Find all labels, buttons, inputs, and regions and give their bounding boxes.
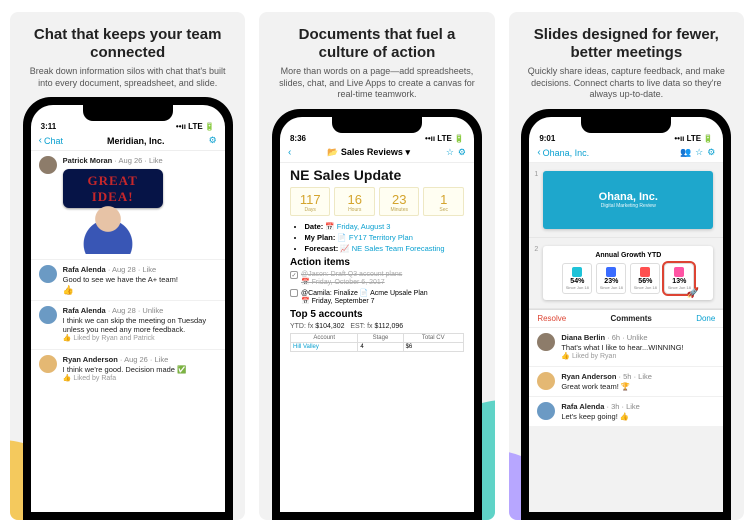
panel-subtitle: Break down information silos with chat t… (24, 66, 231, 89)
document-title: NE Sales Update (290, 167, 464, 183)
table-row[interactable]: Hill Valley 4 $6 (290, 343, 463, 352)
status-time: 8:36 (290, 134, 306, 143)
date-link[interactable]: 📅 Friday, August 3 (325, 222, 390, 231)
section-header: Top 5 accounts (290, 309, 464, 320)
rocket-icon: 🚀 (687, 288, 699, 299)
chat-thread: Patrick Moran · Aug 26 · Like GREAT IDEA… (31, 151, 225, 512)
promo-panel-slides: Slides designed for fewer, better meetin… (509, 12, 744, 520)
avatar[interactable] (39, 355, 57, 373)
message-text: I think we can skip the meeting on Tuesd… (63, 316, 217, 334)
slide-thumbnail[interactable]: Annual Growth YTD 54%Since Jun 18 23%Sin… (543, 246, 713, 300)
liked-by: 👍 Liked by Ryan and Patrick (63, 335, 217, 343)
bitmoji-image (63, 204, 153, 254)
people-icon[interactable]: 👥 (680, 147, 691, 158)
status-time: 3:11 (41, 122, 57, 131)
slide-thumbnail[interactable]: Ohana, Inc. Digital Marketing Review (543, 171, 713, 229)
gear-icon[interactable]: ⚙︎ (707, 147, 715, 158)
comment-text: That's what I like to hear...WINNING! (561, 343, 683, 352)
slide-number: 1 (529, 163, 543, 237)
avatar[interactable] (537, 333, 555, 351)
panel-subtitle: Quickly share ideas, capture feedback, a… (523, 66, 730, 101)
comment-text: Let's keep going! 👍 (561, 412, 640, 421)
status-time: 9:01 (539, 134, 555, 143)
countdown-widget: 117Days 16Hours 23Minutes 1Sec (290, 187, 464, 216)
chevron-left-icon: ‹ (39, 135, 42, 146)
ytd-row: YTD: fx $104,302 EST: fx $112,096 (290, 323, 464, 330)
resolve-button[interactable]: Resolve (537, 314, 566, 323)
gear-icon[interactable]: ⚙︎ (209, 135, 217, 146)
accounts-table: Account Stage Total CV Hill Valley 4 $6 (290, 333, 464, 352)
comment-text: Great work team! 🏆 (561, 382, 652, 391)
slide-number: 2 (529, 238, 543, 308)
done-button[interactable]: Done (696, 314, 715, 323)
comments-tab: Comments (611, 314, 652, 323)
section-header: Action items (290, 257, 464, 268)
panel-subtitle: More than words on a page—add spreadshee… (273, 66, 480, 101)
promo-panel-docs: Documents that fuel a culture of action … (259, 12, 494, 520)
chevron-left-icon: ‹ (288, 147, 291, 158)
message-text: Good to see we have the A+ team! (63, 275, 178, 284)
chevron-left-icon: ‹ (537, 147, 540, 158)
panel-title: Slides designed for fewer, better meetin… (523, 26, 730, 62)
great-idea-graphic: GREAT IDEA! (63, 169, 163, 207)
star-icon[interactable]: ☆ (446, 147, 454, 158)
back-label: Chat (44, 136, 63, 146)
avatar[interactable] (537, 372, 555, 390)
back-button[interactable]: ‹ Ohana, Inc. (537, 147, 589, 158)
panel-title: Chat that keeps your team connected (24, 26, 231, 62)
liked-by: 👍 Liked by Rafa (63, 375, 187, 383)
gear-icon[interactable]: ⚙︎ (458, 147, 466, 158)
doc-link[interactable]: 📄 FY17 Territory Plan (337, 233, 412, 242)
avatar[interactable] (39, 306, 57, 324)
breadcrumb[interactable]: 📂 Sales Reviews ▾ (327, 147, 410, 158)
phone-mockup: 9:01 ••ıı LTE 🔋 ‹ Ohana, Inc. 👥 ☆ ⚙︎ 1 (521, 109, 731, 520)
avatar[interactable] (39, 156, 57, 174)
panel-title: Documents that fuel a culture of action (273, 26, 480, 62)
checkbox-icon[interactable] (290, 289, 298, 297)
liked-by: 👍 Liked by Ryan (561, 353, 683, 361)
phone-mockup: 3:11 ••ıı LTE🔋 ‹ Chat Meridian, Inc. ⚙︎ … (23, 97, 233, 520)
avatar[interactable] (537, 402, 555, 420)
message-text: I think we're good. Decision made ✅ (63, 365, 187, 374)
doc-link[interactable]: 📈 NE Sales Team Forecasting (340, 244, 444, 253)
avatar[interactable] (39, 265, 57, 283)
back-button[interactable]: ‹ Chat (39, 135, 63, 146)
back-button[interactable]: ‹ (288, 147, 291, 158)
checkbox-icon[interactable]: ✓ (290, 271, 298, 279)
thumbs-up-icon[interactable]: 👍 (63, 285, 178, 296)
action-item[interactable]: ✓ @Jason: Draft Q3 account plans📅 Friday… (290, 271, 464, 286)
action-item[interactable]: @Camila: Finalize 📄 Acme Upsale Plan📅 Fr… (290, 289, 464, 305)
star-icon[interactable]: ☆ (695, 147, 703, 158)
navbar-title: Meridian, Inc. (107, 136, 165, 146)
phone-mockup: 8:36 ••ıı LTE 🔋 ‹ 📂 Sales Reviews ▾ ☆ ⚙︎… (272, 109, 482, 520)
promo-panel-chat: Chat that keeps your team connected Brea… (10, 12, 245, 520)
